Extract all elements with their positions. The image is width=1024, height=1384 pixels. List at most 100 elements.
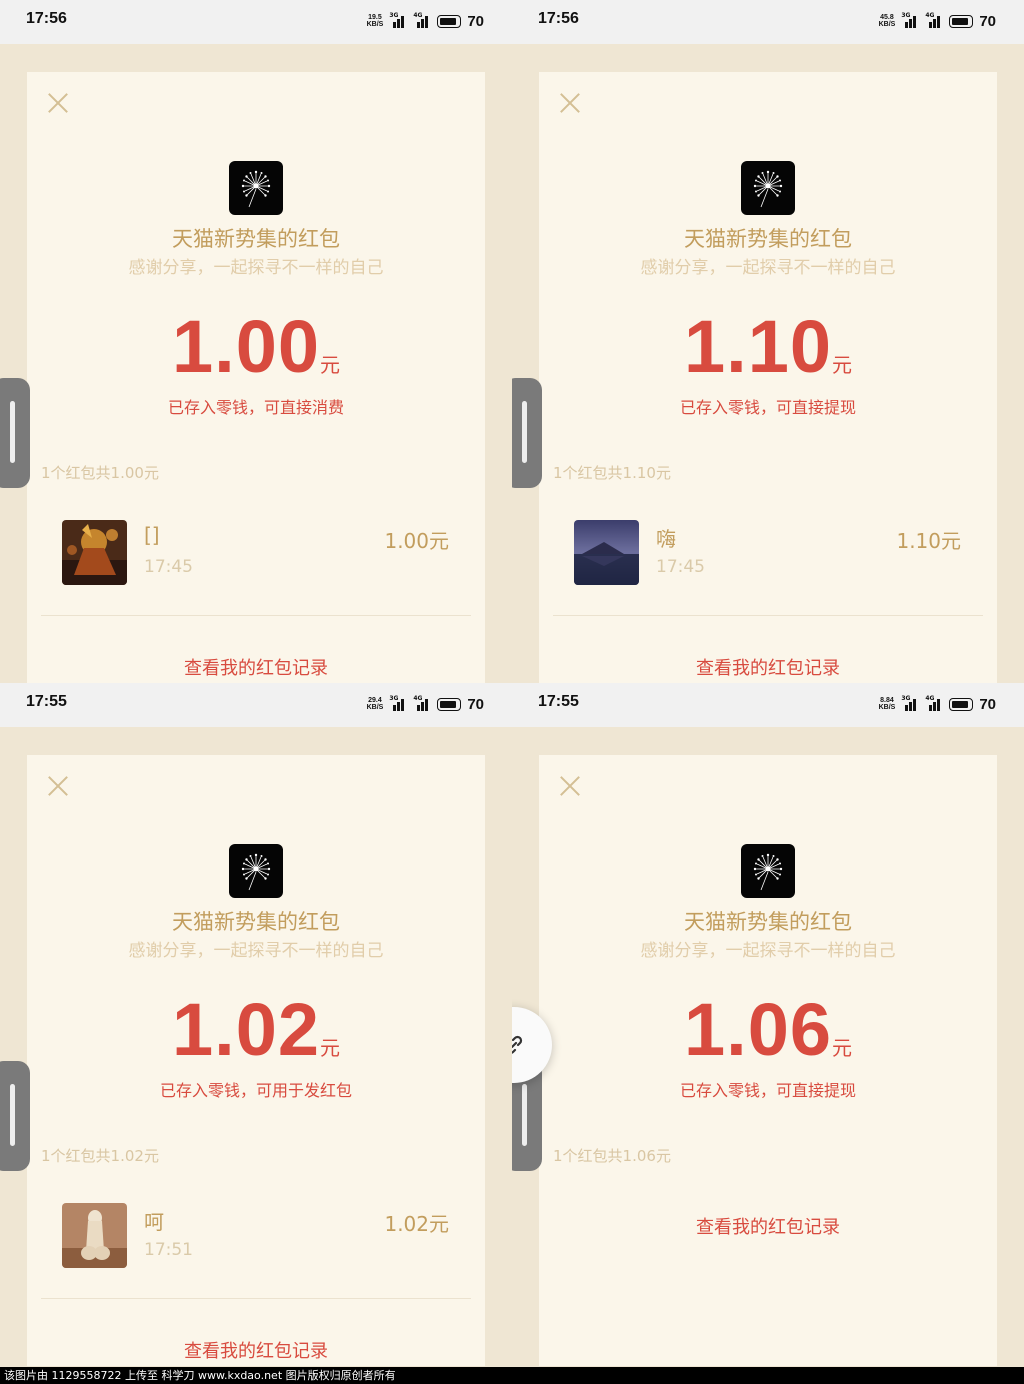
net-type: 4G — [925, 12, 935, 19]
signal-4g-icon: 4G — [925, 12, 943, 28]
status-icons: 8.84 KB/S 3G 4G 70 — [879, 694, 996, 714]
netspeed-value: 8.84 — [880, 697, 894, 704]
greeting-message: 感谢分享，一起探寻不一样的自己 — [128, 258, 384, 278]
stored-message: 已存入零钱，可直接提现 — [679, 398, 856, 417]
avatar — [62, 520, 127, 585]
amount-value: 1.02 — [171, 988, 321, 1071]
receiver-name: 呵 — [144, 1210, 164, 1234]
network-speed: 29.4 KB/S — [367, 697, 384, 711]
battery-icon — [437, 14, 462, 28]
side-drag-handle[interactable] — [0, 1061, 30, 1171]
status-time: 17:56 — [26, 10, 67, 27]
netspeed-unit: KB/S — [366, 21, 384, 28]
receiver-name: 嗨 — [656, 527, 676, 551]
watermark-footer: 该图片由 1129558722 上传至 科学刀 www.kxdao.net 图片… — [0, 1367, 1024, 1384]
red-packet-card: 天猫新势集的红包 感谢分享，一起探寻不一样的自己 1.10元 已存入零钱，可直接… — [539, 72, 997, 683]
greeting-message: 感谢分享，一起探寻不一样的自己 — [128, 941, 384, 961]
avatar — [62, 1203, 127, 1268]
signal-4g-icon: 4G — [925, 695, 943, 711]
net-type: 4G — [413, 695, 423, 702]
screenshot-panel-4: 17:55 8.84 KB/S 3G 4G 70 天猫新势集的红包 感谢分享，一起… — [512, 683, 1024, 1366]
greeting-message: 感谢分享，一起探寻不一样的自己 — [640, 258, 896, 278]
amount-unit: 元 — [320, 1036, 341, 1060]
amount-value: 1.00 — [171, 305, 321, 388]
amount-value: 1.10 — [683, 305, 833, 388]
close-icon[interactable] — [45, 773, 71, 799]
net-type: 3G — [901, 695, 911, 702]
netspeed-value: 29.4 — [368, 697, 382, 704]
screenshot-panel-2: 17:56 45.8 KB/S 3G 4G 70 天猫新势集的红包 感谢分享，一起… — [512, 0, 1024, 683]
amount-unit: 元 — [832, 1036, 853, 1060]
status-bar: 17:56 19.5 KB/S 3G 4G 70 — [0, 0, 512, 44]
packet-summary: 1个红包共1.02元 — [41, 1147, 159, 1165]
net-type: 3G — [389, 12, 399, 19]
side-drag-handle[interactable] — [512, 378, 542, 488]
stored-message: 已存入零钱，可直接消费 — [167, 398, 344, 417]
divider — [41, 1298, 471, 1299]
status-bar: 17:55 29.4 KB/S 3G 4G 70 — [0, 683, 512, 727]
receive-time: 17:45 — [144, 557, 193, 577]
close-icon[interactable] — [557, 773, 583, 799]
dandelion-logo-icon — [229, 161, 283, 215]
status-icons: 29.4 KB/S 3G 4G 70 — [367, 694, 484, 714]
netspeed-value: 45.8 — [880, 14, 894, 21]
battery-level: 70 — [979, 695, 996, 713]
battery-icon — [949, 14, 974, 28]
status-time: 17:56 — [538, 10, 579, 27]
battery-level: 70 — [467, 695, 484, 713]
view-records-link[interactable]: 查看我的红包记录 — [27, 1337, 485, 1363]
view-records-link[interactable]: 查看我的红包记录 — [539, 654, 997, 680]
battery-level: 70 — [467, 12, 484, 30]
status-time: 17:55 — [26, 693, 67, 710]
packet-summary: 1个红包共1.06元 — [553, 1147, 671, 1165]
amount-display: 1.10元 — [539, 304, 997, 389]
red-packet-card: 天猫新势集的红包 感谢分享，一起探寻不一样的自己 1.00元 已存入零钱，可直接… — [27, 72, 485, 683]
net-type: 4G — [413, 12, 423, 19]
signal-3g-icon: 3G — [901, 695, 919, 711]
status-time: 17:55 — [538, 693, 579, 710]
receiver-record: 嗨 17:45 1.10元 — [539, 520, 997, 600]
receive-amount: 1.00元 — [384, 529, 449, 553]
network-speed: 8.84 KB/S — [879, 697, 896, 711]
amount-value: 1.06 — [683, 988, 833, 1071]
divider — [41, 615, 471, 616]
netspeed-unit: KB/S — [878, 21, 896, 28]
amount-display: 1.00元 — [27, 304, 485, 389]
sender-title: 天猫新势集的红包 — [684, 227, 852, 251]
dandelion-logo-icon — [741, 844, 795, 898]
screenshot-panel-1: 17:56 19.5 KB/S 3G 4G 70 天猫新势集的红包 感谢分享，一起… — [0, 0, 512, 683]
amount-display: 1.06元 — [539, 987, 997, 1072]
side-drag-handle[interactable] — [0, 378, 30, 488]
battery-icon — [949, 697, 974, 711]
netspeed-unit: KB/S — [366, 704, 384, 711]
divider — [553, 615, 983, 616]
red-packet-card: 天猫新势集的红包 感谢分享，一起探寻不一样的自己 1.06元 已存入零钱，可直接… — [539, 755, 997, 1366]
amount-display: 1.02元 — [27, 987, 485, 1072]
receive-time: 17:51 — [144, 1240, 193, 1260]
signal-4g-icon: 4G — [413, 695, 431, 711]
battery-level: 70 — [979, 12, 996, 30]
netspeed-value: 19.5 — [368, 14, 382, 21]
view-records-link[interactable]: 查看我的红包记录 — [27, 654, 485, 680]
receive-time: 17:45 — [656, 557, 705, 577]
screenshot-panel-3: 17:55 29.4 KB/S 3G 4G 70 天猫新势集的红包 感谢分享，一起… — [0, 683, 512, 1366]
net-type: 4G — [925, 695, 935, 702]
status-bar: 17:55 8.84 KB/S 3G 4G 70 — [512, 683, 1024, 727]
close-icon[interactable] — [45, 90, 71, 116]
receiver-name: [] — [144, 523, 160, 547]
network-speed: 19.5 KB/S — [367, 14, 384, 28]
close-icon[interactable] — [557, 90, 583, 116]
signal-3g-icon: 3G — [389, 695, 407, 711]
net-type: 3G — [901, 12, 911, 19]
packet-summary: 1个红包共1.10元 — [553, 464, 671, 482]
receiver-record: [] 17:45 1.00元 — [27, 520, 485, 600]
amount-unit: 元 — [832, 353, 853, 377]
network-speed: 45.8 KB/S — [879, 14, 896, 28]
status-icons: 19.5 KB/S 3G 4G 70 — [367, 11, 484, 31]
receiver-record: 呵 17:51 1.02元 — [27, 1203, 485, 1283]
sender-title: 天猫新势集的红包 — [684, 910, 852, 934]
signal-4g-icon: 4G — [413, 12, 431, 28]
receive-amount: 1.10元 — [896, 529, 961, 553]
view-records-link[interactable]: 查看我的红包记录 — [539, 1213, 997, 1239]
status-bar: 17:56 45.8 KB/S 3G 4G 70 — [512, 0, 1024, 44]
